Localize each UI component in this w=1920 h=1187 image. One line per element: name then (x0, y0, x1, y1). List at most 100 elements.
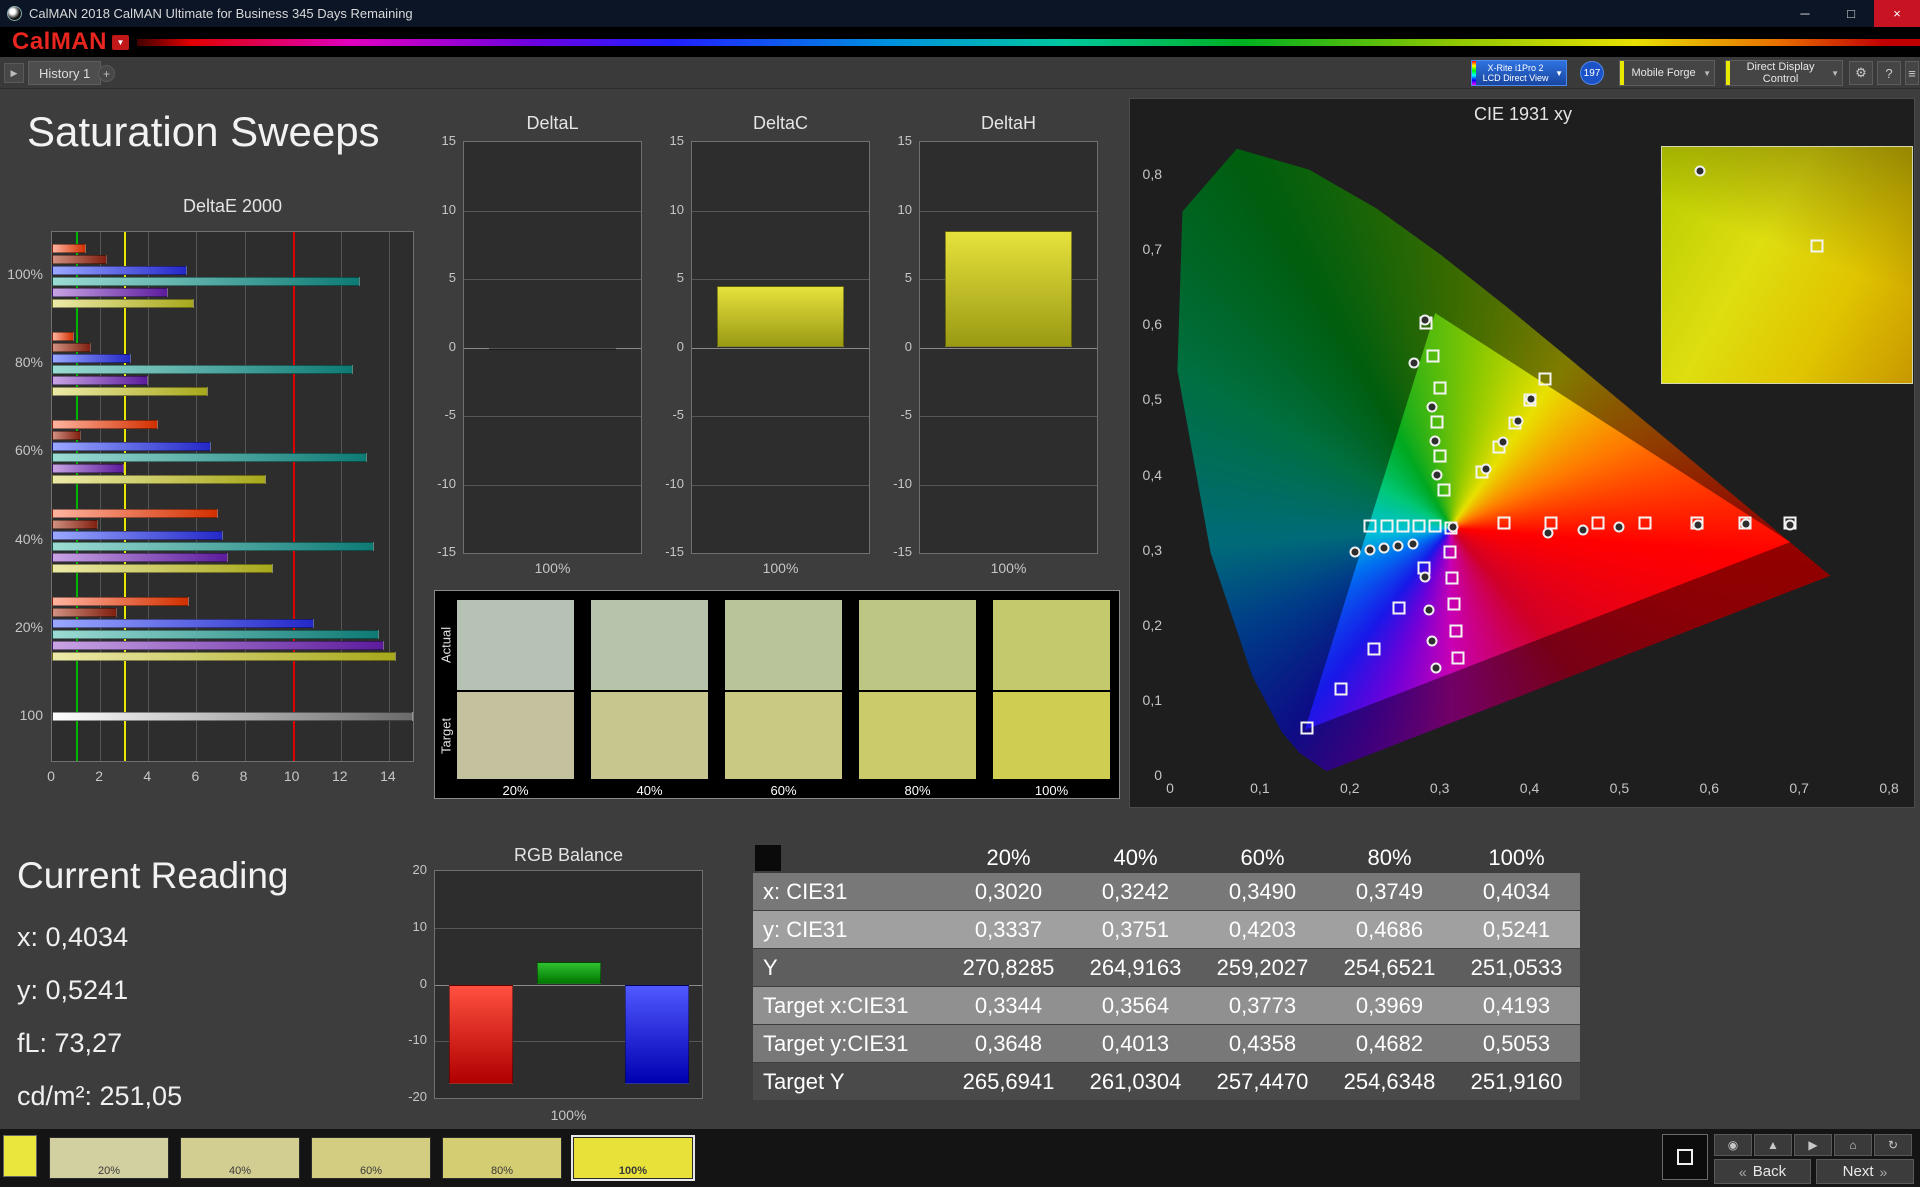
camera-icon: ◉ (1727, 1138, 1739, 1152)
table-cell: 0,3337 (974, 916, 1043, 942)
target-row-label: Target (438, 717, 454, 754)
deltaL-gridline (464, 279, 641, 280)
swatch-column-label: 60% (770, 783, 797, 798)
cie-y-tick: 0,7 (1142, 241, 1162, 258)
rgb-balance-title: RGB Balance (513, 845, 624, 865)
next-button-label: Next (1842, 1163, 1874, 1180)
camera-button[interactable]: ◉ (1714, 1134, 1752, 1156)
display-control-dropdown[interactable]: Direct Display Control ▼ (1725, 60, 1843, 86)
stop-button[interactable] (1662, 1134, 1708, 1180)
close-button[interactable]: × (1874, 0, 1920, 27)
cie-zoom-inset (1661, 146, 1913, 384)
table-cell: 0,4203 (1228, 916, 1297, 942)
minimize-button[interactable]: ─ (1782, 0, 1828, 27)
gear-icon[interactable]: ⚙ (1849, 61, 1873, 85)
deltae-bar (52, 376, 149, 386)
deltae-gridline (100, 232, 102, 761)
table-cell: 0,3749 (1355, 878, 1424, 904)
calman-logo[interactable]: CalMAN (12, 28, 107, 56)
deltaC-y-tick: 10 (669, 201, 684, 217)
cie-xaxis: 0 0,1 0,2 0,3 0,4 0,5 0,6 0,7 0,8 (1166, 780, 1920, 800)
cie-target-point (1428, 519, 1442, 533)
cie-measured-point (1740, 518, 1752, 530)
deltaC-y-tick: 15 (669, 133, 684, 148)
meter-dropdown[interactable]: X-Rite i1Pro 2 LCD Direct View ▼ (1471, 60, 1567, 86)
deltae-bar (52, 464, 125, 474)
back-chevron-icon: « (1738, 1163, 1747, 1180)
deltae-reference-line (124, 232, 127, 761)
deltae-bar (52, 365, 353, 375)
cie-y-tick: 0,6 (1142, 316, 1162, 333)
deltae-bar (52, 552, 228, 562)
measurement-count-badge[interactable]: 197 (1580, 61, 1604, 85)
page-title: Saturation Sweeps (27, 108, 380, 155)
rgb-gridline (435, 927, 702, 929)
table-cell: 0,3969 (1355, 992, 1424, 1018)
refresh-button[interactable]: ↻ (1874, 1134, 1912, 1156)
inset-measured-point (1694, 165, 1705, 177)
target-swatch (457, 692, 574, 779)
cie-measured-point (1542, 527, 1553, 539)
deltae-bar (52, 288, 168, 298)
deltae-bar (52, 354, 132, 364)
deltaL-y-tick: -15 (437, 544, 456, 559)
cie-measured-point (1426, 401, 1438, 413)
swatch-column-label: 20% (502, 783, 529, 798)
source-dropdown[interactable]: Mobile Forge ▼ (1619, 60, 1715, 86)
table-cell: 261,0304 (1089, 1068, 1182, 1094)
home-button[interactable]: ⌂ (1834, 1134, 1872, 1156)
deltae-x-tick: 4 (143, 768, 152, 784)
swatch-column-label: 100% (1034, 783, 1069, 798)
history-arrow-icon[interactable]: ▶ (4, 63, 24, 83)
swatch-column: 40% (591, 600, 708, 798)
deltaH-chart: DeltaH 15 10 5 0 -5 -10 -15 100% (890, 113, 1102, 587)
deltaL-y-tick: -5 (444, 407, 456, 422)
cie-y-tick: 0 (1154, 767, 1162, 783)
cie-target-point (1367, 642, 1381, 656)
tab-history-1[interactable]: History 1 (28, 61, 102, 85)
rainbow-strip (137, 38, 1920, 46)
deltaH-y-tick: -5 (900, 407, 912, 422)
saturation-swatch-button[interactable]: 80% (442, 1137, 562, 1179)
logo-dropdown-icon[interactable]: ▼ (112, 34, 130, 50)
deltae-yaxis: 100% 80% 60% 40% 20% 100 (7, 231, 47, 762)
table-cell: 0,4682 (1355, 1030, 1424, 1056)
deltae-gridline (148, 232, 150, 761)
next-button[interactable]: Next » (1816, 1159, 1914, 1184)
cie-y-tick: 0,5 (1142, 391, 1162, 408)
swatch-column-label: 80% (904, 783, 931, 798)
deltaL-y-tick: 0 (448, 338, 456, 354)
table-cell: 254,6348 (1343, 1068, 1436, 1094)
saturation-swatch-button[interactable]: 60% (311, 1137, 431, 1179)
menu-icon[interactable]: ≡ (1905, 61, 1919, 85)
saturation-swatch-button[interactable]: 40% (180, 1137, 300, 1179)
cie-measured-point (1364, 544, 1376, 556)
table-row: Target y:CIE31 0,3648 0,4013 0,4358 0,4682 0,… (753, 1025, 1580, 1062)
deltae-bar (52, 629, 380, 639)
deltae-group-label: 60% (14, 442, 43, 459)
deltae-plot (51, 231, 414, 762)
saturation-swatch-button[interactable]: 100% (571, 1135, 695, 1181)
saturation-swatch-label: 40% (228, 1165, 252, 1177)
play-button[interactable]: ▶ (1794, 1134, 1832, 1156)
add-tab-button[interactable]: + (98, 65, 115, 82)
deltaH-gridline (920, 484, 1097, 486)
saturation-swatch-button[interactable]: 20% (49, 1137, 169, 1179)
deltaH-title: DeltaH (980, 113, 1037, 133)
help-icon[interactable]: ? (1877, 61, 1901, 85)
cie-x-tick: 0,4 (1519, 780, 1540, 796)
mini-toolbar: ◉ ▲ ▶ ⌂ ↻ (1714, 1134, 1912, 1156)
maximize-button[interactable]: □ (1828, 0, 1874, 27)
back-button[interactable]: « Back (1714, 1159, 1811, 1184)
rgb-y-tick: -10 (408, 1032, 427, 1048)
deltae-bar (52, 640, 385, 650)
eject-button[interactable]: ▲ (1754, 1134, 1792, 1156)
play-icon: ▶ (1808, 1138, 1818, 1152)
deltae-gridline (340, 232, 342, 761)
cie-measured-point (1497, 436, 1509, 448)
deltae-x-tick: 2 (95, 768, 104, 784)
bottom-bar: 20% 40% 60% 80% 100% ◉ ▲ ▶ ⌂ ↻ « Back Next » (0, 1129, 1920, 1187)
eject-icon: ▲ (1767, 1138, 1779, 1152)
deltae-bar (52, 563, 274, 573)
deltaC-y-tick: -15 (665, 544, 684, 559)
